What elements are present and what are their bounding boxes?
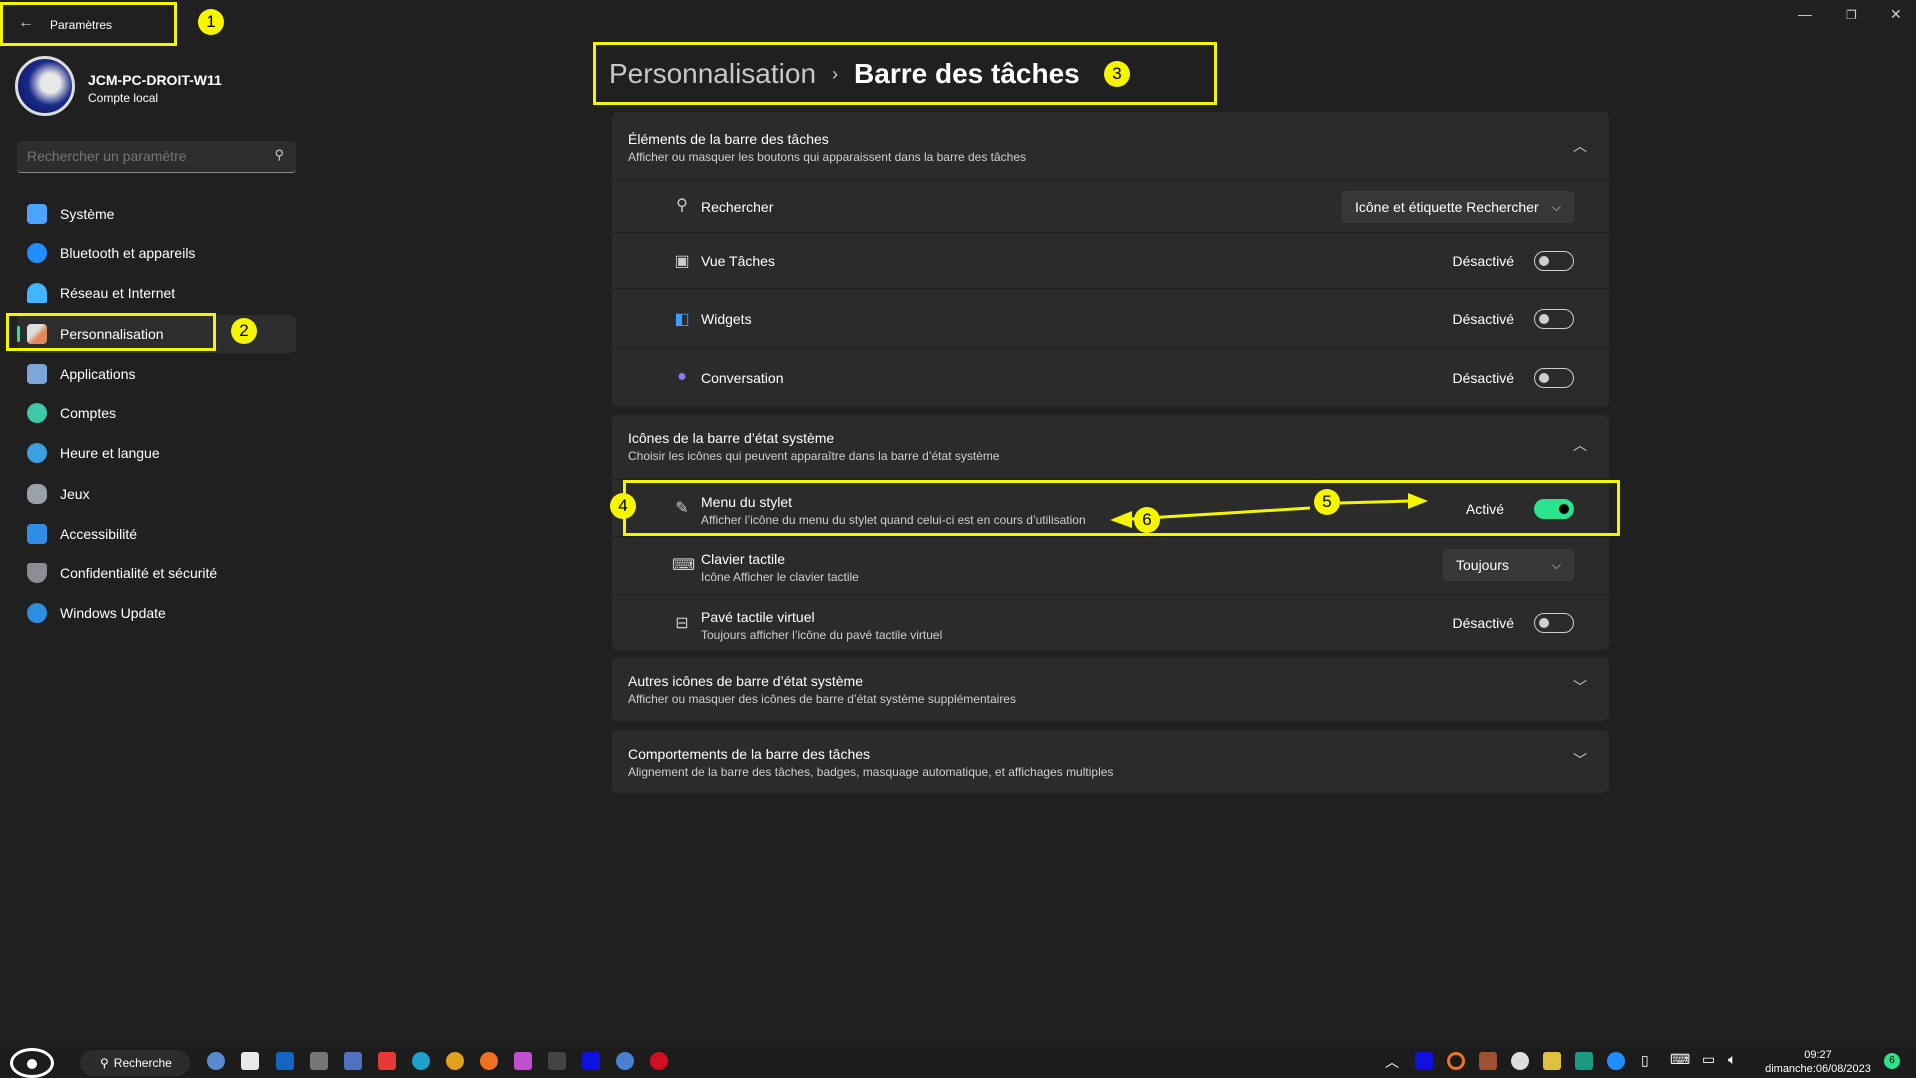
annotation-6: 6 <box>1134 507 1160 533</box>
app-icon[interactable] <box>514 1052 532 1070</box>
tray-icon[interactable] <box>1447 1052 1465 1070</box>
thunderbird-icon[interactable] <box>616 1052 634 1070</box>
volume-icon[interactable]: 🔈︎ <box>1728 1051 1736 1068</box>
defender-icon[interactable] <box>1575 1052 1593 1070</box>
section-other-tray-icons[interactable]: Autres icônes de barre d’état système Aff… <box>612 657 1609 721</box>
chevron-down-icon[interactable]: ﹀ <box>1573 750 1587 770</box>
settings-app-icon[interactable] <box>207 1052 225 1070</box>
annotation-5: 5 <box>1314 489 1340 515</box>
chevron-down-icon[interactable]: ﹀ <box>1573 677 1587 697</box>
start-button[interactable] <box>10 1048 54 1078</box>
chevron-up-icon[interactable]: ︿ <box>1385 1052 1399 1072</box>
app-icon[interactable] <box>582 1052 600 1070</box>
tray-icon[interactable] <box>1479 1052 1497 1070</box>
search-icon: ⚲ <box>100 1056 109 1070</box>
clock-time: 09:27 <box>1804 1049 1832 1061</box>
taskbar-search-label: Recherche <box>113 1056 172 1070</box>
chrome-icon[interactable] <box>446 1052 464 1070</box>
tray-icon[interactable] <box>1511 1052 1529 1070</box>
network-icon[interactable]: ▭ <box>1702 1051 1715 1068</box>
clock-date: dimanche:06/08/2023 <box>1765 1063 1871 1075</box>
app-icon[interactable] <box>548 1052 566 1070</box>
app-icon[interactable] <box>344 1052 362 1070</box>
section-subtitle: Alignement de la barre des tâches, badge… <box>628 765 1114 779</box>
annotation-arrows <box>1110 493 1428 528</box>
taskbar-search[interactable]: ⚲ Recherche <box>80 1050 190 1076</box>
edge-icon[interactable] <box>412 1052 430 1070</box>
app-icon[interactable] <box>310 1052 328 1070</box>
bluetooth-icon[interactable] <box>1607 1052 1625 1070</box>
arrow-5 <box>1339 499 1411 505</box>
app-icon[interactable] <box>276 1052 294 1070</box>
section-taskbar-behaviors[interactable]: Comportements de la barre des tâches Alig… <box>612 730 1609 793</box>
firefox-icon[interactable] <box>480 1052 498 1070</box>
arrowhead-5 <box>1408 493 1428 509</box>
tray-icon[interactable] <box>1543 1052 1561 1070</box>
keyboard-icon[interactable]: ⌨ <box>1670 1051 1690 1068</box>
taskbar: ⚲ Recherche ︿ ▯ ⌨ ▭ 🔈︎ 09:27 dimanche:06/0… <box>0 1046 1916 1078</box>
app-icon[interactable] <box>378 1052 396 1070</box>
notification-badge[interactable]: 6 <box>1884 1053 1900 1069</box>
clock[interactable]: 09:27 dimanche:06/08/2023 <box>1758 1048 1878 1076</box>
section-title: Autres icônes de barre d’état système <box>628 673 864 689</box>
tray-icon[interactable] <box>1415 1052 1433 1070</box>
usb-icon[interactable]: ▯ <box>1641 1052 1649 1069</box>
store-app-icon[interactable] <box>241 1052 259 1070</box>
opera-icon[interactable] <box>650 1052 668 1070</box>
section-title: Comportements de la barre des tâches <box>628 746 871 762</box>
section-subtitle: Afficher ou masquer des icônes de barre … <box>628 692 1016 706</box>
arrowhead-6 <box>1110 511 1132 528</box>
